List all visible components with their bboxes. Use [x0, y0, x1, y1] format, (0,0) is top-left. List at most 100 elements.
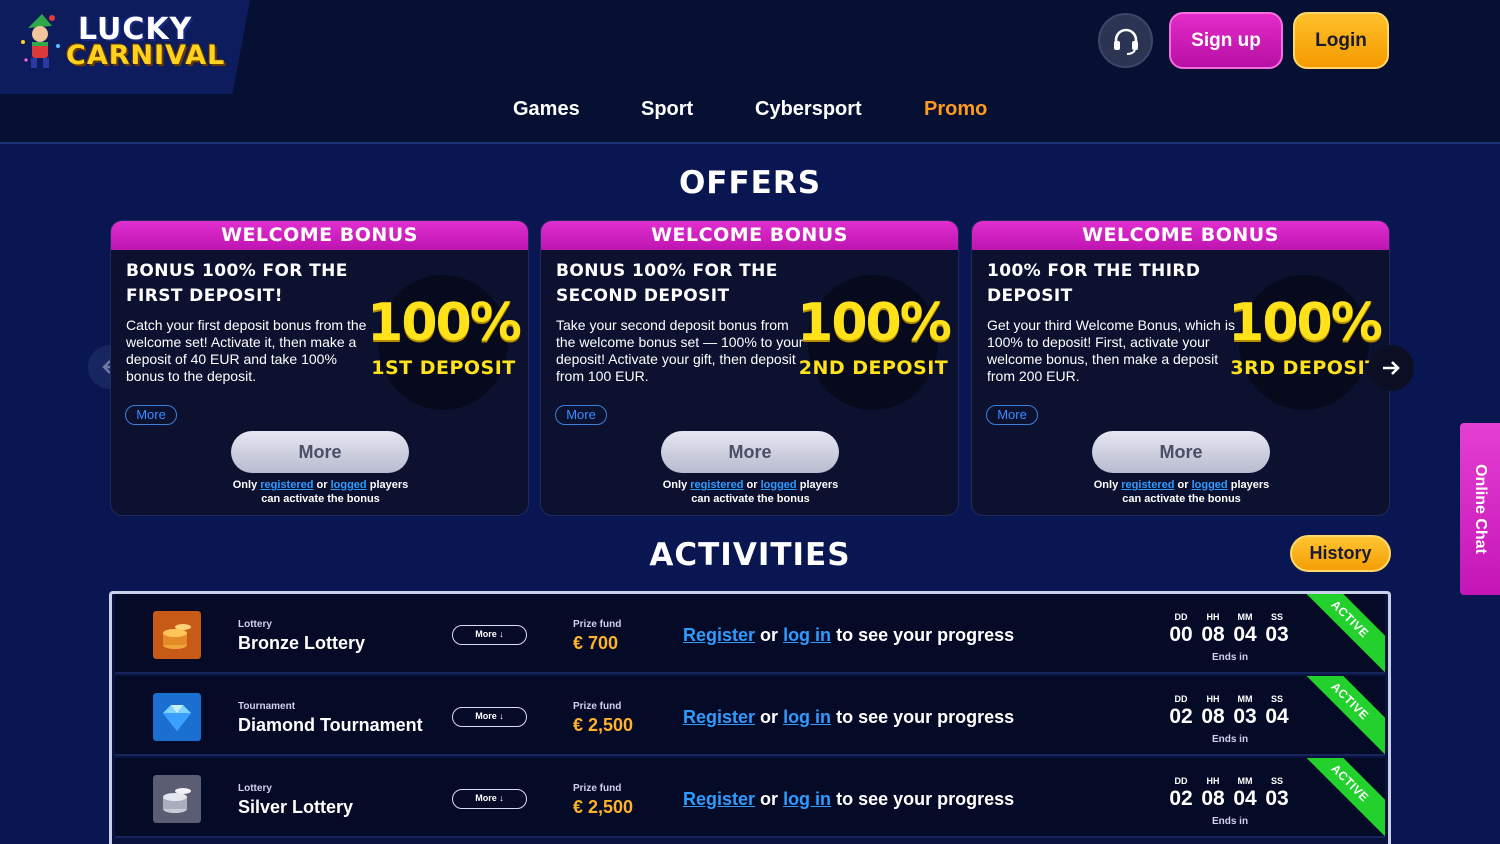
offer-card-description: Catch your first deposit bonus from the …	[126, 317, 367, 384]
site-header: LUCKY CARNIVAL Sign up Login Games Sport…	[0, 0, 1500, 144]
online-chat-button[interactable]: Online Chat	[1460, 423, 1500, 595]
badge-deposit-label: 3RD DEPOSIT	[1230, 357, 1379, 379]
register-link[interactable]: Register	[683, 625, 755, 645]
offer-card-header: WELCOME BONUS	[972, 221, 1389, 250]
register-link[interactable]: Register	[683, 707, 755, 727]
countdown-timer: DD HH MM SS 02 08 04 03 Ends in	[1165, 776, 1305, 827]
note-activate: can activate the bonus	[691, 493, 810, 505]
arrow-right-icon	[1383, 361, 1400, 375]
table-row: Lottery Silver Lottery More ↓ Prize fund…	[115, 758, 1385, 838]
progress-or: or	[760, 707, 779, 727]
progress-suffix: to see your progress	[836, 707, 1015, 727]
more-link[interactable]: More	[125, 405, 177, 425]
offer-card-header: WELCOME BONUS	[111, 221, 528, 250]
timer-label-hours: HH	[1206, 776, 1220, 786]
online-chat-label: Online Chat	[1472, 464, 1489, 554]
offer-card: WELCOME BONUS 100% FOR THE THIRD DEPOSIT…	[971, 220, 1390, 516]
note-activate: can activate the bonus	[261, 493, 380, 505]
activity-more-button[interactable]: More ↓	[452, 625, 527, 645]
logged-link[interactable]: logged	[761, 479, 797, 491]
login-link[interactable]: log in	[783, 707, 831, 727]
badge-percent: 100%	[797, 293, 952, 353]
more-link[interactable]: More	[986, 405, 1038, 425]
offer-badge: 100% 1ST DEPOSIT	[366, 271, 522, 411]
prize-fund-value: € 2,500	[573, 797, 634, 817]
timer-label-days: DD	[1174, 694, 1188, 704]
badge-deposit-label: 1ST DEPOSIT	[371, 357, 516, 379]
nav-item-promo[interactable]: Promo	[924, 98, 987, 121]
signup-button[interactable]: Sign up	[1169, 12, 1283, 69]
activities-title: ACTIVITIES	[649, 537, 851, 573]
ends-in-label: Ends in	[1211, 816, 1249, 827]
logo[interactable]: LUCKY CARNIVAL	[0, 0, 250, 94]
login-link[interactable]: log in	[783, 625, 831, 645]
active-ribbon: ACTIVE	[1295, 758, 1385, 838]
note-or: or	[746, 479, 758, 491]
progress-suffix: to see your progress	[836, 789, 1015, 809]
timer-minutes: 03	[1233, 705, 1257, 728]
login-button[interactable]: Login	[1293, 12, 1389, 69]
register-link[interactable]: Register	[683, 789, 755, 809]
offer-card-title: 100% FOR THE THIRD DEPOSIT	[987, 261, 1201, 306]
active-ribbon: ACTIVE	[1295, 594, 1385, 674]
ends-in-label: Ends in	[1211, 734, 1249, 745]
activity-more-button[interactable]: More ↓	[452, 789, 527, 809]
nav-item-sport[interactable]: Sport	[641, 98, 693, 121]
progress-text: Register or log in to see your progress	[683, 707, 1014, 728]
timer-label-minutes: MM	[1237, 694, 1253, 704]
activity-type: Lottery	[238, 619, 272, 630]
offer-note: Only registered or logged players can ac…	[541, 478, 958, 506]
more-link[interactable]: More	[555, 405, 607, 425]
activity-name: Diamond Tournament	[238, 715, 423, 735]
history-button[interactable]: History	[1290, 535, 1391, 572]
timer-label-hours: HH	[1206, 612, 1220, 622]
registered-link[interactable]: registered	[1121, 479, 1174, 491]
activity-more-label: More	[475, 629, 497, 639]
table-row: Lottery Bronze Lottery More ↓ Prize fund…	[115, 594, 1385, 674]
registered-link[interactable]: registered	[690, 479, 743, 491]
carousel-next-button[interactable]	[1368, 345, 1414, 391]
note-players: players	[799, 479, 839, 491]
timer-hours: 08	[1201, 787, 1225, 810]
logged-link[interactable]: logged	[331, 479, 367, 491]
arrow-down-icon: ↓	[499, 711, 504, 721]
activities-list: Lottery Bronze Lottery More ↓ Prize fund…	[109, 591, 1391, 844]
progress-suffix: to see your progress	[836, 625, 1015, 645]
login-link[interactable]: log in	[783, 789, 831, 809]
timer-seconds: 04	[1265, 705, 1289, 728]
note-players: players	[1230, 479, 1270, 491]
progress-or: or	[760, 625, 779, 645]
timer-hours: 08	[1201, 705, 1225, 728]
activity-more-label: More	[475, 793, 497, 803]
progress-text: Register or log in to see your progress	[683, 625, 1014, 646]
timer-minutes: 04	[1233, 787, 1257, 810]
more-button[interactable]: More	[1092, 431, 1270, 473]
offer-note: Only registered or logged players can ac…	[972, 478, 1389, 506]
offer-card-header: WELCOME BONUS	[541, 221, 958, 250]
nav-item-games[interactable]: Games	[513, 98, 580, 121]
nav-item-cybersport[interactable]: Cybersport	[755, 98, 862, 121]
support-button[interactable]	[1098, 13, 1153, 68]
offer-card: WELCOME BONUS BONUS 100% FOR THE FIRST D…	[110, 220, 529, 516]
more-button[interactable]: More	[661, 431, 839, 473]
timer-label-seconds: SS	[1270, 612, 1283, 622]
offer-note: Only registered or logged players can ac…	[111, 478, 528, 506]
activity-name: Silver Lottery	[238, 797, 354, 817]
timer-label-seconds: SS	[1270, 694, 1283, 704]
activity-more-button[interactable]: More ↓	[452, 707, 527, 727]
logged-link[interactable]: logged	[1192, 479, 1228, 491]
note-players: players	[369, 479, 409, 491]
offer-card: WELCOME BONUS BONUS 100% FOR THE SECOND …	[540, 220, 959, 516]
badge-percent: 100%	[1228, 293, 1383, 353]
arrow-down-icon: ↓	[499, 793, 504, 803]
active-ribbon-label: ACTIVE	[1295, 676, 1385, 756]
more-button[interactable]: More	[231, 431, 409, 473]
progress-or: or	[760, 789, 779, 809]
timer-label-minutes: MM	[1237, 776, 1253, 786]
registered-link[interactable]: registered	[260, 479, 313, 491]
note-only: Only	[662, 479, 688, 491]
timer-hours: 08	[1201, 623, 1225, 646]
offer-card-title: BONUS 100% FOR THE FIRST DEPOSIT!	[126, 261, 348, 306]
prize-fund-label: Prize fund	[573, 783, 622, 794]
badge-percent: 100%	[367, 293, 522, 353]
